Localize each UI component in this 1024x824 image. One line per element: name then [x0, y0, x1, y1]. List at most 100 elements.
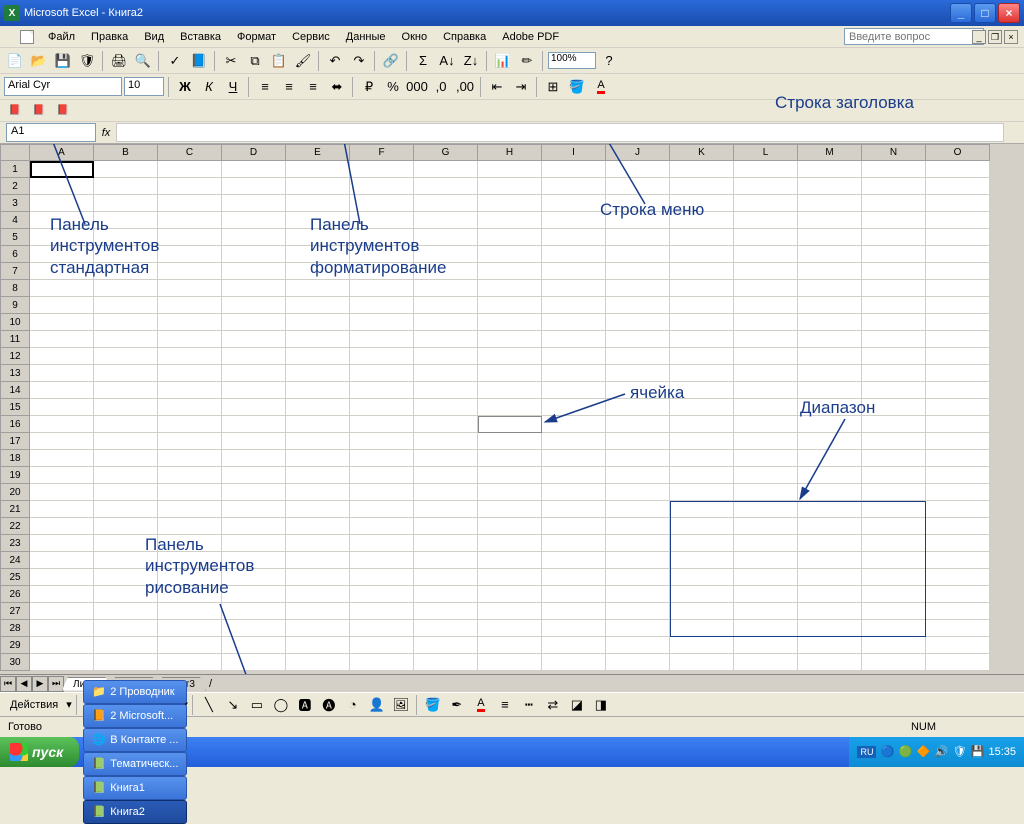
cell[interactable] [734, 331, 798, 348]
cell[interactable] [30, 535, 94, 552]
cell[interactable] [30, 416, 94, 433]
cell[interactable] [862, 246, 926, 263]
cell[interactable] [222, 518, 286, 535]
row-header-20[interactable]: 20 [0, 484, 30, 501]
cell[interactable] [94, 467, 158, 484]
cell[interactable] [926, 501, 990, 518]
cell[interactable] [798, 433, 862, 450]
cell[interactable] [158, 450, 222, 467]
font-size-select[interactable]: 10 [124, 77, 164, 96]
cell[interactable] [286, 484, 350, 501]
cell[interactable] [478, 484, 542, 501]
cell[interactable] [862, 467, 926, 484]
row-header-6[interactable]: 6 [0, 246, 30, 263]
cell[interactable] [350, 535, 414, 552]
cell[interactable] [94, 348, 158, 365]
cell[interactable] [478, 161, 542, 178]
cell[interactable] [606, 535, 670, 552]
help-search-input[interactable] [844, 28, 984, 45]
cell[interactable] [30, 569, 94, 586]
cell[interactable] [670, 229, 734, 246]
cell[interactable] [222, 280, 286, 297]
cell[interactable] [414, 416, 478, 433]
merge-icon[interactable]: ⬌ [326, 76, 348, 98]
cell[interactable] [414, 586, 478, 603]
cell[interactable] [606, 518, 670, 535]
cell[interactable] [350, 620, 414, 637]
row-header-5[interactable]: 5 [0, 229, 30, 246]
cell[interactable] [670, 263, 734, 280]
cell[interactable] [350, 382, 414, 399]
dec-indent-icon[interactable]: ⇤ [486, 76, 508, 98]
col-header-J[interactable]: J [606, 144, 670, 161]
cell[interactable] [158, 178, 222, 195]
cell[interactable] [670, 178, 734, 195]
cell[interactable] [414, 569, 478, 586]
row-header-23[interactable]: 23 [0, 535, 30, 552]
cell[interactable] [478, 195, 542, 212]
cell[interactable] [542, 263, 606, 280]
cell[interactable] [414, 297, 478, 314]
cell[interactable] [670, 654, 734, 671]
cell[interactable] [414, 280, 478, 297]
row-header-2[interactable]: 2 [0, 178, 30, 195]
cell[interactable] [158, 161, 222, 178]
cell[interactable] [350, 433, 414, 450]
cell[interactable] [542, 603, 606, 620]
cell[interactable] [222, 263, 286, 280]
cell[interactable] [606, 450, 670, 467]
cell[interactable] [926, 314, 990, 331]
cell[interactable] [670, 331, 734, 348]
cell[interactable] [94, 195, 158, 212]
cell[interactable] [862, 450, 926, 467]
cell[interactable] [222, 212, 286, 229]
row-header-1[interactable]: 1 [0, 161, 30, 178]
cell[interactable] [286, 450, 350, 467]
cell[interactable] [222, 229, 286, 246]
cell[interactable] [286, 161, 350, 178]
cell[interactable] [222, 314, 286, 331]
cell[interactable] [286, 331, 350, 348]
align-center-icon[interactable]: ≡ [278, 76, 300, 98]
cell[interactable] [222, 620, 286, 637]
cell[interactable] [94, 178, 158, 195]
cell[interactable] [94, 365, 158, 382]
cell[interactable] [30, 637, 94, 654]
oval-icon[interactable]: ◯ [270, 694, 292, 716]
cell[interactable] [798, 654, 862, 671]
cell[interactable] [158, 280, 222, 297]
name-box[interactable]: A1 [6, 123, 96, 142]
fx-icon[interactable]: fx [96, 127, 116, 139]
cell[interactable] [862, 433, 926, 450]
tab-next-button[interactable]: ▶ [32, 676, 48, 692]
cell[interactable] [926, 586, 990, 603]
close-button[interactable]: × [998, 3, 1020, 23]
row-header-15[interactable]: 15 [0, 399, 30, 416]
taskbar-item-2[interactable]: 🌐В Контакте ... [83, 728, 187, 752]
row-header-12[interactable]: 12 [0, 348, 30, 365]
cell[interactable] [222, 450, 286, 467]
cell[interactable] [734, 348, 798, 365]
cut-icon[interactable]: ✂ [220, 50, 242, 72]
cell[interactable] [542, 620, 606, 637]
menu-справка[interactable]: Справка [435, 29, 494, 45]
chart-icon[interactable]: 📊 [492, 50, 514, 72]
cell[interactable] [286, 382, 350, 399]
cell[interactable] [222, 654, 286, 671]
cell[interactable] [350, 195, 414, 212]
cell[interactable] [606, 620, 670, 637]
row-header-4[interactable]: 4 [0, 212, 30, 229]
row-header-10[interactable]: 10 [0, 314, 30, 331]
cell[interactable] [158, 246, 222, 263]
cell[interactable] [350, 501, 414, 518]
cell[interactable] [926, 654, 990, 671]
cell[interactable] [798, 280, 862, 297]
cell[interactable] [478, 382, 542, 399]
currency-icon[interactable]: ₽ [358, 76, 380, 98]
cell[interactable] [734, 229, 798, 246]
cell[interactable] [862, 348, 926, 365]
cell[interactable] [734, 450, 798, 467]
cell[interactable] [734, 433, 798, 450]
language-indicator[interactable]: RU [857, 746, 876, 758]
fill-icon[interactable]: 🪣 [422, 694, 444, 716]
